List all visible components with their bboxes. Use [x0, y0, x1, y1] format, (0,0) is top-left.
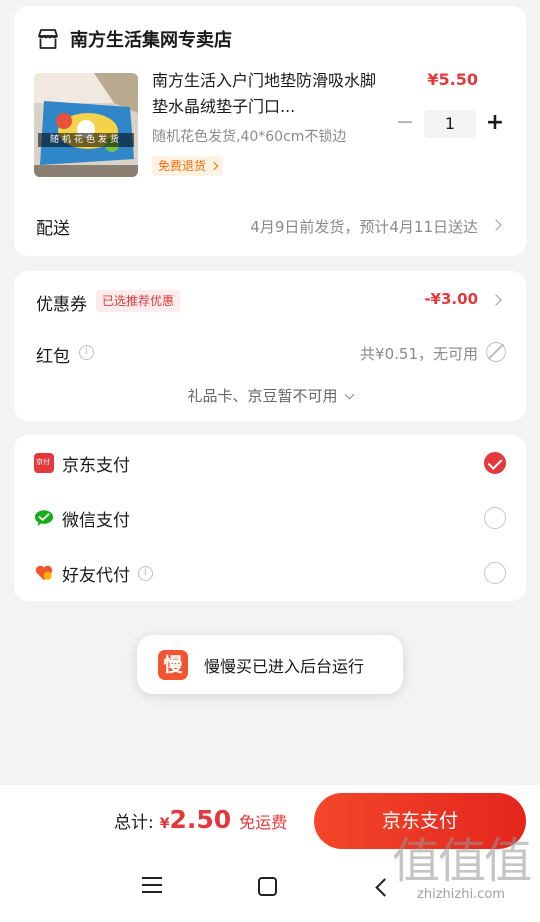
- delivery-value: 4月9日前发货，预计4月11日送达: [250, 218, 478, 236]
- doormat-image: [34, 73, 138, 177]
- manmanmai-logo-icon: 慢: [158, 649, 188, 680]
- shop-header[interactable]: 南方生活集网专卖店: [36, 26, 232, 52]
- total-amount: 2.50: [169, 805, 232, 834]
- currency-symbol: ¥: [159, 816, 170, 832]
- increase-quantity-button[interactable]: +: [484, 112, 506, 135]
- menu-line: [142, 877, 162, 879]
- jd-pay-icon-text: 京付: [36, 458, 50, 466]
- chevron-right-icon: [490, 219, 502, 231]
- site-watermark: 值值值 zhizhizhi.com: [391, 833, 532, 902]
- payment-label: 微信支付: [62, 510, 130, 531]
- home-button[interactable]: [258, 877, 277, 896]
- toast-message: 慢慢买已进入后台运行: [204, 656, 365, 676]
- thumbnail-caption: 随机花色发货: [38, 133, 134, 147]
- watermark-logo: 值值值: [391, 833, 532, 889]
- product-thumbnail[interactable]: 随机花色发货: [34, 73, 138, 177]
- delivery-label: 配送: [36, 219, 70, 239]
- payment-methods-card: 京付 京东支付 微信支付 好友代付 i: [14, 435, 526, 601]
- wechat-pay-icon: [34, 510, 54, 527]
- back-button[interactable]: [375, 878, 394, 897]
- product-price: ¥5.50: [427, 70, 478, 89]
- friend-pay-icon: [35, 565, 53, 581]
- unavailable-icon: [486, 342, 506, 362]
- jd-pay-icon: 京付: [34, 453, 54, 473]
- radio-checked-icon[interactable]: [484, 452, 506, 474]
- radio-unchecked-icon[interactable]: [484, 562, 506, 584]
- background-toast: 慢 慢慢买已进入后台运行: [137, 635, 403, 694]
- quantity-stepper: − 1 +: [394, 110, 506, 138]
- promotions-card: 优惠券 已选推荐优惠 -¥3.00 红包 i 共¥0.51，无可用 礼品卡、京豆…: [14, 271, 526, 421]
- free-return-tag[interactable]: 免费退货: [152, 156, 224, 176]
- info-icon[interactable]: i: [79, 345, 94, 360]
- total-label: 总计:: [114, 813, 154, 833]
- payment-option-wechat[interactable]: 微信支付: [34, 506, 506, 531]
- order-total: 总计: ¥ 2.50 免运费: [114, 805, 287, 834]
- payment-label: 京东支付: [62, 455, 130, 476]
- chevron-down-icon: [344, 389, 354, 400]
- gift-card-text: 礼品卡、京豆暂不可用: [187, 387, 338, 405]
- product-title[interactable]: 南方生活入户门地垫防滑吸水脚垫水晶绒垫子门口...: [152, 68, 384, 120]
- payment-option-friend[interactable]: 好友代付 i: [34, 561, 506, 586]
- free-return-label: 免费退货: [158, 159, 207, 173]
- coupon-label: 优惠券: [36, 295, 87, 315]
- payment-option-jd[interactable]: 京付 京东支付: [34, 451, 506, 476]
- red-packet-label: 红包: [36, 347, 70, 367]
- checkout-bar: 总计: ¥ 2.50 免运费 京东支付 值值值 zhizhizhi.com: [0, 785, 540, 922]
- coupon-badge: 已选推荐优惠: [96, 290, 181, 312]
- chevron-right-icon: [490, 294, 502, 306]
- coupon-value: -¥3.00: [424, 290, 478, 308]
- store-icon: [38, 29, 58, 49]
- red-packet-value: 共¥0.51，无可用: [360, 345, 478, 363]
- order-item-card: 南方生活集网专卖店 随机花色发货 南方生活入户门地垫防滑吸水脚垫水晶绒垫子门口.…: [14, 6, 526, 256]
- gift-card-row[interactable]: 礼品卡、京豆暂不可用: [14, 385, 526, 406]
- info-icon[interactable]: i: [138, 565, 153, 581]
- product-spec[interactable]: 随机花色发货,40*60cm不锁边: [152, 126, 346, 146]
- recent-apps-button[interactable]: [142, 877, 162, 899]
- chevron-right-icon: [209, 161, 219, 171]
- quantity-field[interactable]: 1: [424, 110, 476, 138]
- decrease-quantity-button[interactable]: −: [394, 112, 416, 135]
- menu-line: [142, 891, 162, 893]
- radio-unchecked-icon[interactable]: [484, 507, 506, 529]
- menu-line: [142, 884, 162, 886]
- shipping-text: 免运费: [239, 813, 288, 832]
- payment-label: 好友代付: [62, 565, 130, 586]
- shop-name: 南方生活集网专卖店: [70, 30, 232, 51]
- watermark-url: zhizhizhi.com: [417, 887, 505, 902]
